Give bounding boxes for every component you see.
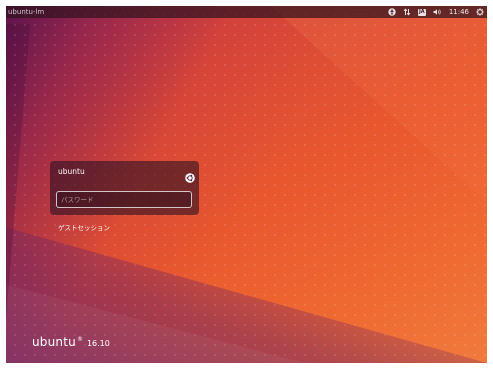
keyboard-layout-label: JA xyxy=(417,8,426,16)
login-box: ubuntu xyxy=(50,161,199,215)
lock-screen: ubuntu-lm JA 11:46 ubuntu ゲストセッション ubunt… xyxy=(6,6,487,363)
ubuntu-session-icon[interactable] xyxy=(185,168,195,183)
password-field[interactable] xyxy=(56,191,192,208)
keyboard-layout-icon[interactable]: JA xyxy=(417,6,426,18)
registered-mark: ® xyxy=(76,336,83,343)
hostname-label: ubuntu-lm xyxy=(8,8,45,16)
top-panel: ubuntu-lm JA 11:46 xyxy=(6,6,487,18)
accessibility-icon[interactable] xyxy=(388,6,396,18)
ubuntu-logo: ubuntu ® 16.10 xyxy=(32,335,110,349)
username-label[interactable]: ubuntu xyxy=(58,167,85,176)
logo-wordmark: ubuntu xyxy=(32,335,76,349)
version-label: 16.10 xyxy=(86,339,110,348)
clock-label[interactable]: 11:46 xyxy=(449,6,469,18)
indicator-area: JA 11:46 xyxy=(388,6,484,18)
volume-icon[interactable] xyxy=(433,6,442,18)
network-icon[interactable] xyxy=(403,6,411,18)
guest-session-link[interactable]: ゲストセッション xyxy=(58,222,110,232)
gear-icon[interactable] xyxy=(476,6,484,18)
